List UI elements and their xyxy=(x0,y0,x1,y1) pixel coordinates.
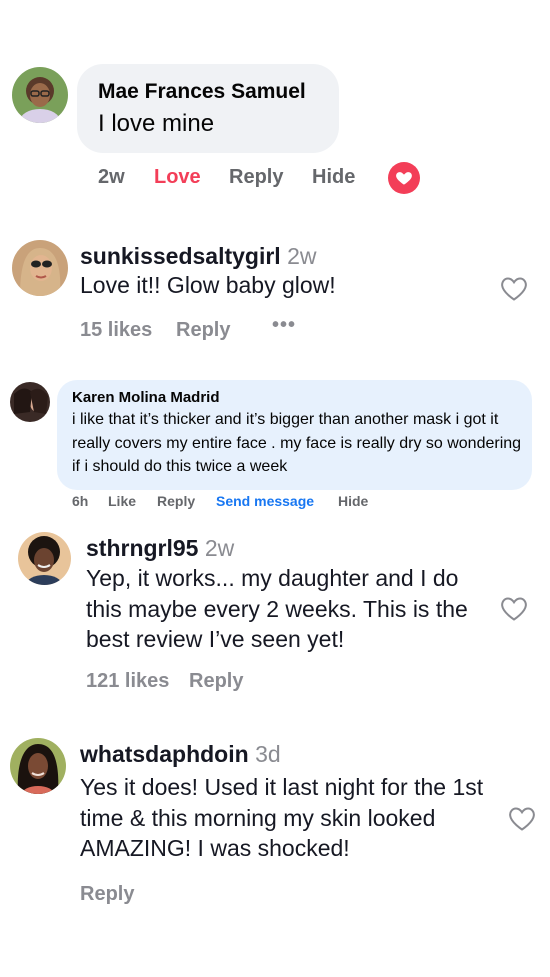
like-count: 121 likes xyxy=(86,670,170,692)
comment-text: Yes it does! Used it last night for the … xyxy=(80,774,484,861)
comment-author[interactable]: Karen Molina Madrid xyxy=(72,389,220,406)
like-button[interactable]: Like xyxy=(108,493,136,509)
comment-time: 2w xyxy=(287,243,317,269)
love-reaction-button[interactable]: Love xyxy=(154,166,201,189)
hide-button[interactable]: Hide xyxy=(338,493,368,509)
comment-text: Yep, it works... my daughter and I do th… xyxy=(86,565,468,652)
hide-button[interactable]: Hide xyxy=(312,166,355,189)
avatar[interactable] xyxy=(18,532,71,585)
comment-text: i like that it’s thicker and it’s bigger… xyxy=(72,411,522,475)
comment-time: 3d xyxy=(255,741,281,767)
like-count: 15 likes xyxy=(80,319,153,341)
like-heart-icon[interactable] xyxy=(500,276,528,302)
comment-time: 2w xyxy=(204,535,235,561)
reply-button[interactable]: Reply xyxy=(189,670,243,693)
comment-bubble xyxy=(77,64,339,153)
avatar[interactable] xyxy=(10,382,50,422)
avatar[interactable] xyxy=(10,738,66,794)
comment-text: I love mine xyxy=(98,110,215,137)
avatar[interactable] xyxy=(12,67,68,123)
love-reaction-icon[interactable] xyxy=(388,162,420,194)
reply-button[interactable]: Reply xyxy=(80,883,134,906)
comment-author[interactable]: Mae Frances Samuel xyxy=(98,80,306,104)
comment-author[interactable]: sunkissedsaltygirl 2w xyxy=(80,243,317,270)
reply-button[interactable]: Reply xyxy=(157,493,195,509)
more-icon[interactable]: ••• xyxy=(272,314,296,337)
like-heart-icon[interactable] xyxy=(500,596,528,622)
comment-time: 6h xyxy=(72,493,89,509)
reply-button[interactable]: Reply xyxy=(176,319,230,342)
reply-button[interactable]: Reply xyxy=(229,166,283,189)
like-heart-icon[interactable] xyxy=(508,806,536,832)
comment-text: Love it!! Glow baby glow! xyxy=(80,272,336,298)
comment-author[interactable]: sthrngrl95 2w xyxy=(86,535,234,562)
comment-time: 2w xyxy=(98,166,125,188)
avatar[interactable] xyxy=(12,240,68,296)
comment-author[interactable]: whatsdaphdoin 3d xyxy=(80,741,281,768)
send-message-button[interactable]: Send message xyxy=(216,493,314,509)
